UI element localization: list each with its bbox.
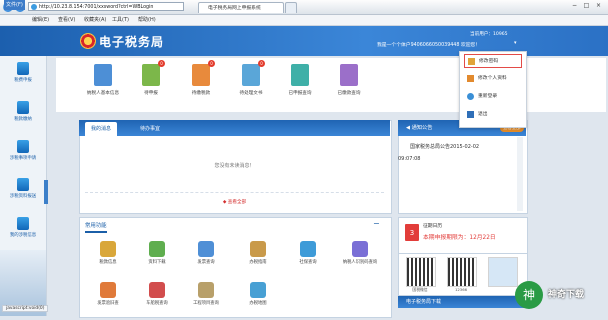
deadline-text: 本期申报期限为：12月22日 xyxy=(423,235,496,241)
menu-edit[interactable]: 编辑(E) xyxy=(30,15,51,25)
car-icon xyxy=(149,282,165,298)
submission-icon xyxy=(17,178,29,191)
tab-title: 电子税务局网上申报系统 xyxy=(208,6,261,11)
qr-code xyxy=(447,257,477,287)
func-tax-info[interactable]: 税款信息 xyxy=(88,241,128,279)
sidebar-item-submission[interactable]: 涉税资料报送 xyxy=(2,178,44,204)
sidebar-item-tax-payment[interactable]: 税款缴纳 xyxy=(2,101,44,127)
func-social-security[interactable]: 社保查询 xyxy=(288,241,328,279)
notice-time: 09:07:08 xyxy=(398,156,421,162)
calendar-title[interactable]: 征期日历 xyxy=(423,222,442,229)
sidebar-item-application[interactable]: 涉税事项申请 xyxy=(2,140,44,166)
func-tax-map[interactable]: 办税地图 xyxy=(238,282,278,320)
close-icon[interactable]: × xyxy=(594,1,603,10)
app-image xyxy=(488,257,518,287)
collapse-button[interactable]: − xyxy=(373,219,380,228)
pending-tax-icon: 0 xyxy=(192,60,215,86)
chevron-down-icon[interactable]: ▾ xyxy=(514,40,522,48)
tax-info-icon xyxy=(100,241,116,257)
site-title: 电子税务局 xyxy=(99,35,165,49)
badge: 0 xyxy=(208,60,215,67)
status-bar-url: javascript:void(0) xyxy=(2,305,49,312)
download-icon xyxy=(149,241,165,257)
message-panel-header xyxy=(79,120,390,136)
sidebar-item-tax-return[interactable]: 税费申报 xyxy=(2,62,44,88)
func-invoice-check[interactable]: 发票验旧查 xyxy=(88,282,128,320)
menu-logout[interactable]: 退出 xyxy=(464,108,522,122)
menu-tools[interactable]: 工具(T) xyxy=(110,15,131,25)
menu-relogin[interactable]: 重新登录 xyxy=(464,90,522,104)
pending-return-icon: 0 xyxy=(142,60,165,86)
sidebar-toggle[interactable] xyxy=(44,180,48,204)
watermark-text: 神奇下载 xyxy=(548,290,585,300)
divider xyxy=(85,192,384,193)
url-text: http://10.23.8.154:7001/xxsword?ctrl=WBL… xyxy=(39,5,154,10)
empty-message: 您没有未读消息！ xyxy=(214,163,255,169)
invoice-icon xyxy=(198,241,214,257)
notice-title: ◀ 通知公告 xyxy=(406,125,433,131)
browser-tab-active[interactable]: 电子税务局网上申报系统 xyxy=(198,2,284,13)
maximize-icon[interactable]: □ xyxy=(582,1,591,10)
menu-view[interactable]: 查看(V) xyxy=(56,15,77,25)
menu-file[interactable]: 文件(F) xyxy=(4,0,25,10)
menu-change-password[interactable]: 修改密码 xyxy=(464,54,522,68)
minimize-icon[interactable]: − xyxy=(570,1,579,10)
ie-icon xyxy=(31,4,37,10)
pending-docs-icon: 0 xyxy=(242,60,265,86)
my-info-icon xyxy=(17,217,29,230)
quick-pending-tax[interactable]: 0 待缴税款 xyxy=(176,60,226,110)
new-tab-button[interactable] xyxy=(285,2,297,13)
common-functions-title: 常用功能 xyxy=(85,221,107,233)
notice-item[interactable]: 国家税务总局公告2015-02-02 xyxy=(410,143,479,150)
search-icon xyxy=(352,241,368,257)
menu-help[interactable]: 帮助(H) xyxy=(136,15,158,25)
quick-paid-query[interactable]: 已缴款查询 xyxy=(324,60,374,110)
user-account: 当前用户：10965 xyxy=(470,32,508,37)
qr-label: 12366 xyxy=(454,287,468,292)
menu-favorites[interactable]: 收藏夹(A) xyxy=(82,15,108,25)
badge: 0 xyxy=(158,60,165,67)
tab-pending-items[interactable]: 待办事宜 xyxy=(134,122,166,136)
qr-code xyxy=(406,257,436,287)
quick-pending-docs[interactable]: 0 待处理文书 xyxy=(226,60,276,110)
declared-query-icon xyxy=(291,64,309,86)
lock-icon xyxy=(468,58,475,65)
func-project-query[interactable]: 工程项目查询 xyxy=(186,282,226,320)
download-title[interactable]: 电子税务局下载 xyxy=(406,298,441,305)
invoice-check-icon xyxy=(100,282,116,298)
tax-return-icon xyxy=(17,62,29,75)
taxpayer-info-icon xyxy=(94,64,112,86)
menu-edit-profile[interactable]: 修改个人资料 xyxy=(464,72,522,86)
quick-declared-query[interactable]: 已申报查询 xyxy=(275,60,325,110)
refresh-icon xyxy=(467,93,474,100)
notice-scrollbar[interactable] xyxy=(517,137,523,211)
func-guide[interactable]: 办税指南 xyxy=(238,241,278,279)
calendar-icon: 3 xyxy=(405,224,419,241)
badge: 0 xyxy=(258,60,265,67)
clock-icon xyxy=(250,241,266,257)
application-icon xyxy=(17,140,29,153)
edit-icon xyxy=(467,75,474,82)
magnifier-icon xyxy=(300,241,316,257)
quick-taxpayer-info[interactable]: 纳税人基本信息 xyxy=(78,60,128,110)
quick-pending-return[interactable]: 0 待申报 xyxy=(126,60,176,110)
view-all-link[interactable]: ◆ 查看全部 xyxy=(79,199,390,205)
tab-my-messages[interactable]: 我的消息 xyxy=(85,122,118,136)
paid-query-icon xyxy=(340,64,358,86)
payment-icon xyxy=(17,101,29,114)
welcome-text: 我是一个个体户9406066050039448 欢迎您！ xyxy=(377,43,481,48)
tax-emblem-icon xyxy=(80,33,96,49)
map-icon xyxy=(250,282,266,298)
project-icon xyxy=(198,282,214,298)
address-bar[interactable]: http://10.23.8.154:7001/xxsword?ctrl=WBL… xyxy=(28,2,184,11)
qr-label: 国税微信 xyxy=(412,287,428,292)
func-vehicle-tax[interactable]: 车船税查询 xyxy=(137,282,177,320)
logout-icon xyxy=(467,111,474,118)
sidebar-item-my-info[interactable]: 我的涉税信息 xyxy=(2,217,44,243)
func-download[interactable]: 资料下载 xyxy=(137,241,177,279)
func-invoice-query[interactable]: 发票查询 xyxy=(186,241,226,279)
func-taxpayer-id[interactable]: 纳税人识别码查询 xyxy=(340,241,380,279)
